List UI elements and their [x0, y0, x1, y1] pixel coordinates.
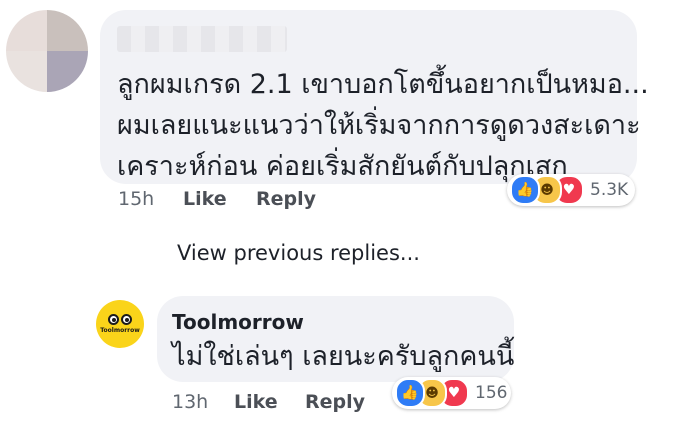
comment-reply-button[interactable]: Reply	[256, 188, 316, 210]
comment-time[interactable]: 15h	[118, 188, 154, 210]
reply-text: ไม่ใช่เล่นๆ เลยนะครับลูกคนนี้	[172, 341, 515, 372]
avatar-pixel	[6, 10, 47, 51]
like-icon: 👍	[395, 378, 425, 408]
reply-reply-button[interactable]: Reply	[305, 391, 365, 413]
reaction-count: 156	[475, 383, 508, 403]
commenter-avatar[interactable]	[6, 10, 88, 92]
owl-logo-icon	[108, 314, 132, 325]
comment-reactions[interactable]: 👍 ☻ ♥ 5.3K	[507, 174, 635, 206]
reply-reactions[interactable]: 👍 ☻ ♥ 156	[392, 377, 511, 409]
avatar-pixel	[47, 10, 88, 51]
avatar-pixel	[6, 51, 47, 92]
reply-time[interactable]: 13h	[172, 391, 208, 413]
reply-author-name[interactable]: Toolmorrow	[172, 310, 304, 334]
commenter-name-blurred[interactable]	[117, 26, 287, 52]
comment-text: ลูกผมเกรด 2.1 เขาบอกโตขึ้นอยากเป็นหมอ...…	[117, 64, 649, 187]
reply-author-avatar[interactable]: Toolmorrow	[96, 300, 144, 348]
comment-line: ลูกผมเกรด 2.1 เขาบอกโตขึ้นอยากเป็นหมอ...	[117, 69, 649, 100]
owl-eye-icon	[108, 314, 119, 325]
owl-eye-icon	[121, 314, 132, 325]
avatar-pixel	[47, 51, 88, 92]
view-previous-replies-link[interactable]: View previous replies...	[177, 241, 420, 265]
like-icon: 👍	[510, 175, 540, 205]
avatar-logo-text: Toolmorrow	[100, 327, 140, 334]
comment-like-button[interactable]: Like	[183, 188, 227, 210]
comment-line: ผมเลยแนะแนวว่าให้เริ่มจากการดูดวงสะเดาะ	[117, 110, 641, 141]
reply-like-button[interactable]: Like	[234, 391, 278, 413]
reaction-count: 5.3K	[590, 180, 629, 200]
